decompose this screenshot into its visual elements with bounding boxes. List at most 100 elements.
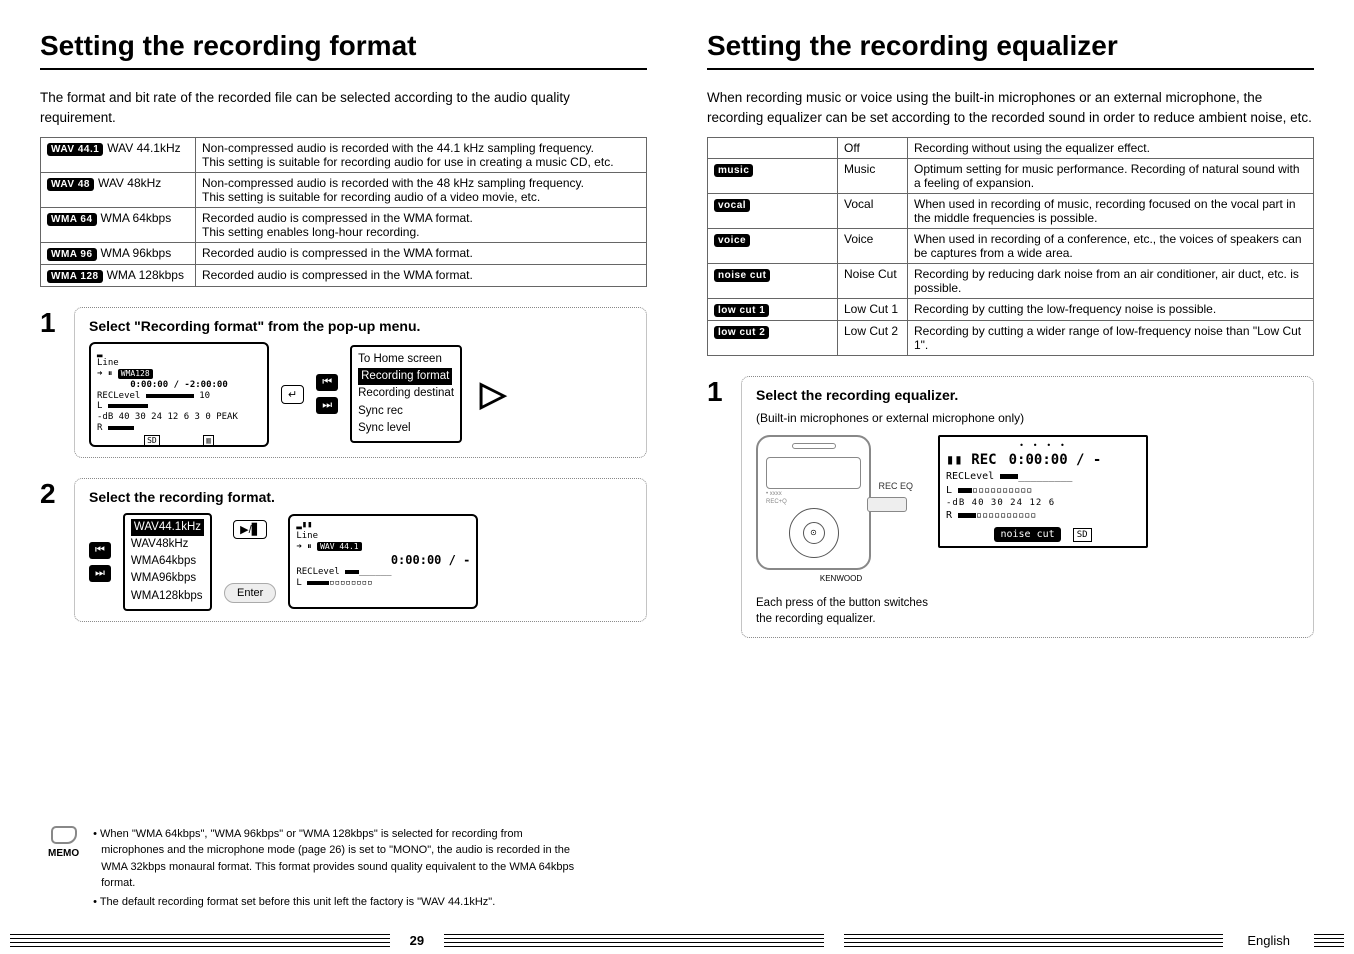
table-row: WAV 44.1 WAV 44.1kHz Non-compressed audio…	[41, 137, 647, 172]
format-label: WMA 64kbps	[101, 211, 172, 225]
eq-desc: Optimum setting for music performance. R…	[908, 158, 1314, 193]
step-number: 1	[707, 376, 731, 408]
eq-desc: Recording without using the equalizer ef…	[908, 137, 1314, 158]
eq-desc: When used in recording of a conference, …	[908, 228, 1314, 263]
enter-button[interactable]: ↵	[281, 385, 304, 404]
language-label: English	[1247, 933, 1290, 948]
format-label: WMA 96kbps	[101, 246, 172, 260]
format-chip: WMA 128	[47, 270, 103, 283]
menu-item[interactable]: To Home screen	[358, 351, 454, 368]
lcd-preview: • • • • ▮▮ REC 0:00:00 / - RECLevel ____…	[938, 435, 1148, 549]
memo-item: When "WMA 64kbps", "WMA 96kbps" or "WMA …	[91, 826, 588, 892]
page-number: 29	[410, 933, 424, 948]
eq-label: Low Cut 1	[838, 298, 908, 320]
proceed-arrow-icon: ▷	[480, 374, 506, 414]
step-caption: Each press of the button switches the re…	[756, 595, 936, 627]
recorder-device: • xxxx REC+Q ⊙ REC EQ	[756, 435, 871, 570]
memo-block: MEMO When "WMA 64kbps", "WMA 96kbps" or …	[48, 826, 588, 913]
format-chip: WAV 44.1	[47, 143, 103, 156]
format-table: WAV 44.1 WAV 44.1kHz Non-compressed audio…	[40, 137, 647, 287]
format-chip: WMA 96	[47, 248, 97, 261]
table-row: low cut 2 Low Cut 2 Recording by cutting…	[708, 320, 1314, 355]
eq-desc: Recording by reducing dark noise from an…	[908, 263, 1314, 298]
eq-label: Music	[838, 158, 908, 193]
eq-desc: Recording by cutting a wider range of lo…	[908, 320, 1314, 355]
step1-title: Select "Recording format" from the pop-u…	[89, 318, 632, 334]
page-title-right: Setting the recording equalizer	[707, 30, 1314, 62]
table-row: WMA 96 WMA 96kbps Recorded audio is compr…	[41, 242, 647, 264]
popup-menu: To Home screen Recording format Recordin…	[350, 345, 462, 443]
step1r-title: Select the recording equalizer.	[756, 387, 1299, 403]
table-row: WMA 128 WMA 128kbps Recorded audio is com…	[41, 264, 647, 286]
next-button[interactable]: ⏭	[316, 397, 338, 414]
divider	[40, 68, 647, 70]
format-desc: Non-compressed audio is recorded with th…	[196, 172, 647, 207]
enter-button[interactable]: Enter	[224, 583, 276, 603]
format-label: WAV 48kHz	[98, 176, 161, 190]
menu-item[interactable]: Recording destinat	[358, 385, 454, 402]
option-item[interactable]: WMA128kbps	[131, 588, 204, 605]
eq-chip: low cut 1	[714, 304, 769, 317]
format-desc: Recorded audio is compressed in the WMA …	[196, 242, 647, 264]
eq-chip: noise cut	[994, 527, 1060, 543]
lcd-preview: ▂▮▮Line ➜ ⏸ WAV 44.1 0:00:00 / - RECLeve…	[288, 514, 478, 609]
format-label: WAV 44.1kHz	[107, 141, 180, 155]
table-row: noise cut Noise Cut Recording by reducin…	[708, 263, 1314, 298]
format-desc: Recorded audio is compressed in the WMA …	[196, 207, 647, 242]
option-item[interactable]: WMA64kbps	[131, 553, 204, 570]
memo-label: MEMO	[48, 846, 79, 861]
eq-chip: noise cut	[714, 269, 770, 282]
eq-chip: low cut 2	[714, 326, 769, 339]
step2-title: Select the recording format.	[89, 489, 632, 505]
format-label: WMA 128kbps	[107, 268, 184, 282]
step-number: 2	[40, 478, 64, 510]
table-row: music Music Optimum setting for music pe…	[708, 158, 1314, 193]
rec-eq-label: REC EQ	[878, 481, 913, 491]
option-selected[interactable]: WAV44.1kHz	[131, 519, 204, 536]
eq-chip: music	[714, 164, 753, 177]
intro-right: When recording music or voice using the …	[707, 88, 1314, 129]
play-pause-button[interactable]: ▶/▋	[233, 520, 267, 539]
page-title-left: Setting the recording format	[40, 30, 647, 62]
brand-label: KENWOOD	[756, 574, 926, 583]
option-list: WAV44.1kHz WAV48kHz WMA64kbps WMA96kbps …	[123, 513, 212, 611]
menu-item[interactable]: Sync level	[358, 420, 454, 437]
eq-label: Voice	[838, 228, 908, 263]
table-row: voice Voice When used in recording of a …	[708, 228, 1314, 263]
table-row: vocal Vocal When used in recording of mu…	[708, 193, 1314, 228]
format-chip: WMA 64	[47, 213, 97, 226]
rec-eq-button[interactable]	[867, 497, 907, 512]
table-row: WMA 64 WMA 64kbps Recorded audio is compr…	[41, 207, 647, 242]
sd-icon: SD	[1073, 528, 1092, 542]
menu-item-selected[interactable]: Recording format	[358, 368, 452, 385]
step-number: 1	[40, 307, 64, 339]
memo-icon	[51, 826, 77, 844]
eq-chip: vocal	[714, 199, 750, 212]
table-row: WAV 48 WAV 48kHz Non-compressed audio is …	[41, 172, 647, 207]
prev-button[interactable]: ⏮	[89, 542, 111, 559]
equalizer-table: Off Recording without using the equalize…	[707, 137, 1314, 356]
eq-label: Noise Cut	[838, 263, 908, 298]
eq-desc: When used in recording of music, recordi…	[908, 193, 1314, 228]
wheel-icon[interactable]: ⊙	[789, 508, 839, 558]
eq-desc: Recording by cutting the low-frequency n…	[908, 298, 1314, 320]
page-footer: 29 English	[0, 933, 1354, 948]
table-row: Off Recording without using the equalize…	[708, 137, 1314, 158]
option-item[interactable]: WMA96kbps	[131, 570, 204, 587]
eq-label: Off	[838, 137, 908, 158]
prev-button[interactable]: ⏮	[316, 374, 338, 391]
option-item[interactable]: WAV48kHz	[131, 536, 204, 553]
format-chip: WAV 48	[47, 178, 94, 191]
eq-chip: voice	[714, 234, 750, 247]
table-row: low cut 1 Low Cut 1 Recording by cutting…	[708, 298, 1314, 320]
menu-item[interactable]: Sync rec	[358, 403, 454, 420]
next-button[interactable]: ⏭	[89, 565, 111, 582]
format-desc: Non-compressed audio is recorded with th…	[196, 137, 647, 172]
eq-label: Vocal	[838, 193, 908, 228]
eq-label: Low Cut 2	[838, 320, 908, 355]
memo-item: The default recording format set before …	[91, 894, 588, 911]
divider	[707, 68, 1314, 70]
lcd-preview: ▂Line ➜ ⏸ WMA128 0:00:00 / -2:00:00 RECL…	[89, 342, 269, 447]
step1r-sub: (Built-in microphones or external microp…	[756, 411, 1299, 425]
format-desc: Recorded audio is compressed in the WMA …	[196, 264, 647, 286]
